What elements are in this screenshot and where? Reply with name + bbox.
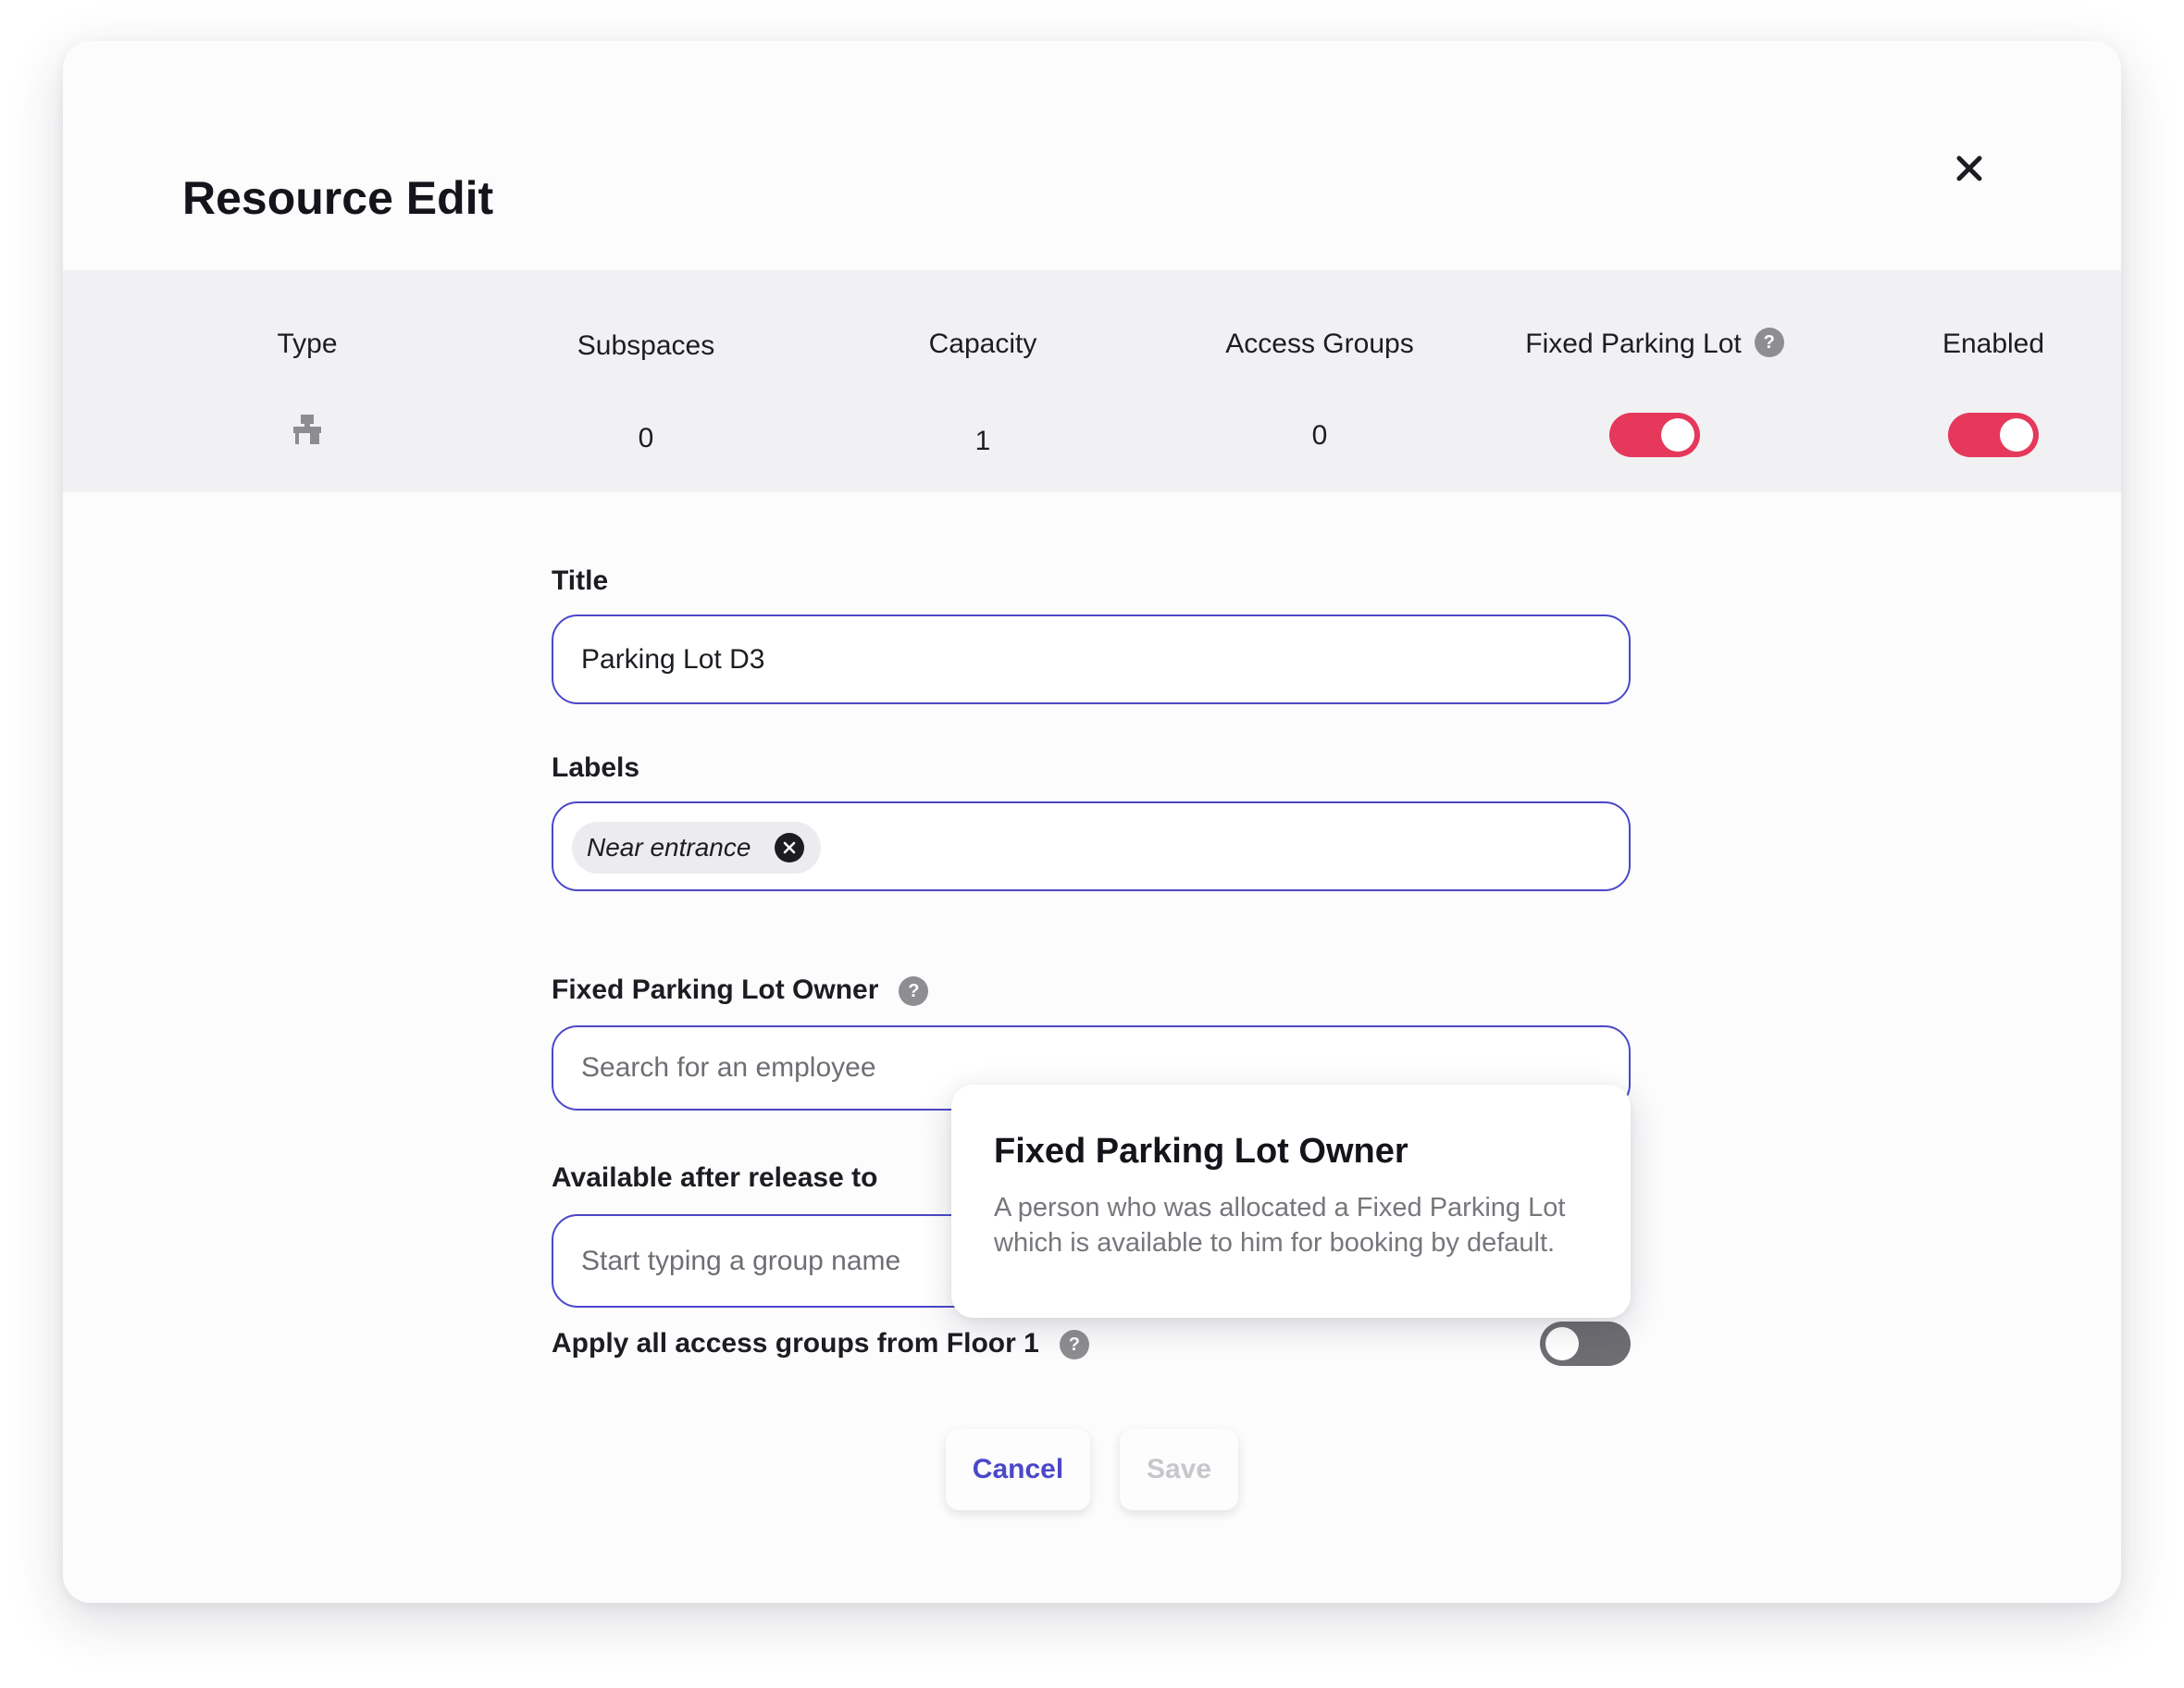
question-icon: ? bbox=[1754, 328, 1784, 358]
summary-fixed-parking-lot: Fixed Parking Lot? bbox=[1488, 270, 1821, 492]
question-icon: ? bbox=[899, 976, 929, 1007]
summary-enabled-label: Enabled bbox=[1942, 329, 2045, 359]
cancel-button[interactable]: Cancel bbox=[946, 1429, 1090, 1510]
summary-capacity-value: 1 bbox=[974, 426, 991, 456]
summary-subspaces: Subspaces 0 bbox=[479, 270, 813, 492]
summary-subspaces-label: Subspaces bbox=[577, 330, 715, 361]
save-button[interactable]: Save bbox=[1120, 1429, 1238, 1510]
chip-remove-button[interactable] bbox=[775, 833, 805, 863]
question-icon: ? bbox=[1059, 1330, 1089, 1360]
label-chip: Near entrance bbox=[572, 822, 822, 874]
summary-type-label: Type bbox=[277, 329, 338, 359]
labels-field[interactable]: Near entrance bbox=[552, 801, 1631, 891]
tooltip-title: Fixed Parking Lot Owner bbox=[994, 1132, 1408, 1171]
dialog-title: Resource Edit bbox=[182, 172, 494, 224]
summary-fixed-parking-lot-label: Fixed Parking Lot bbox=[1525, 329, 1742, 359]
title-field-box bbox=[552, 614, 1631, 704]
labels-label: Labels bbox=[552, 752, 640, 783]
summary-capacity-label: Capacity bbox=[928, 329, 1037, 359]
summary-enabled: Enabled bbox=[1827, 270, 2121, 492]
fixed-parking-lot-toggle[interactable] bbox=[1609, 413, 1700, 457]
owner-help-button[interactable]: ? bbox=[899, 970, 929, 1007]
enabled-toggle[interactable] bbox=[1948, 413, 2039, 457]
release-label: Available after release to bbox=[552, 1162, 878, 1193]
help-tooltip: Fixed Parking Lot Owner A person who was… bbox=[951, 1085, 1631, 1318]
title-label: Title bbox=[552, 565, 609, 596]
apply-access-groups-toggle[interactable] bbox=[1540, 1322, 1631, 1366]
apply-access-groups-help-button[interactable]: ? bbox=[1059, 1323, 1089, 1360]
close-button[interactable] bbox=[1934, 133, 2004, 204]
summary-subspaces-value: 0 bbox=[638, 423, 654, 453]
summary-access-groups-value: 0 bbox=[1311, 420, 1328, 451]
summary-type: Type bbox=[141, 270, 474, 492]
close-icon bbox=[1956, 155, 1982, 181]
resource-edit-dialog: Resource Edit Type Subspaces 0 Capacity … bbox=[63, 41, 2121, 1603]
tooltip-body: A person who was allocated a Fixed Parki… bbox=[994, 1193, 1566, 1258]
summary-capacity: Capacity 1 bbox=[816, 270, 1149, 492]
resource-summary: Type Subspaces 0 Capacity 1 Access Group… bbox=[63, 270, 2121, 492]
owner-label: Fixed Parking Lot Owner bbox=[552, 974, 879, 1005]
summary-access-groups: Access Groups 0 bbox=[1153, 270, 1486, 492]
close-icon bbox=[784, 841, 796, 854]
apply-access-groups-label: Apply all access groups from Floor 1 bbox=[552, 1328, 1039, 1359]
fixed-parking-lot-help-button[interactable]: ? bbox=[1754, 328, 1784, 358]
label-chip-text: Near entrance bbox=[587, 833, 751, 862]
summary-access-groups-label: Access Groups bbox=[1225, 329, 1414, 359]
desk-icon bbox=[293, 415, 321, 444]
title-input[interactable] bbox=[581, 616, 1599, 702]
